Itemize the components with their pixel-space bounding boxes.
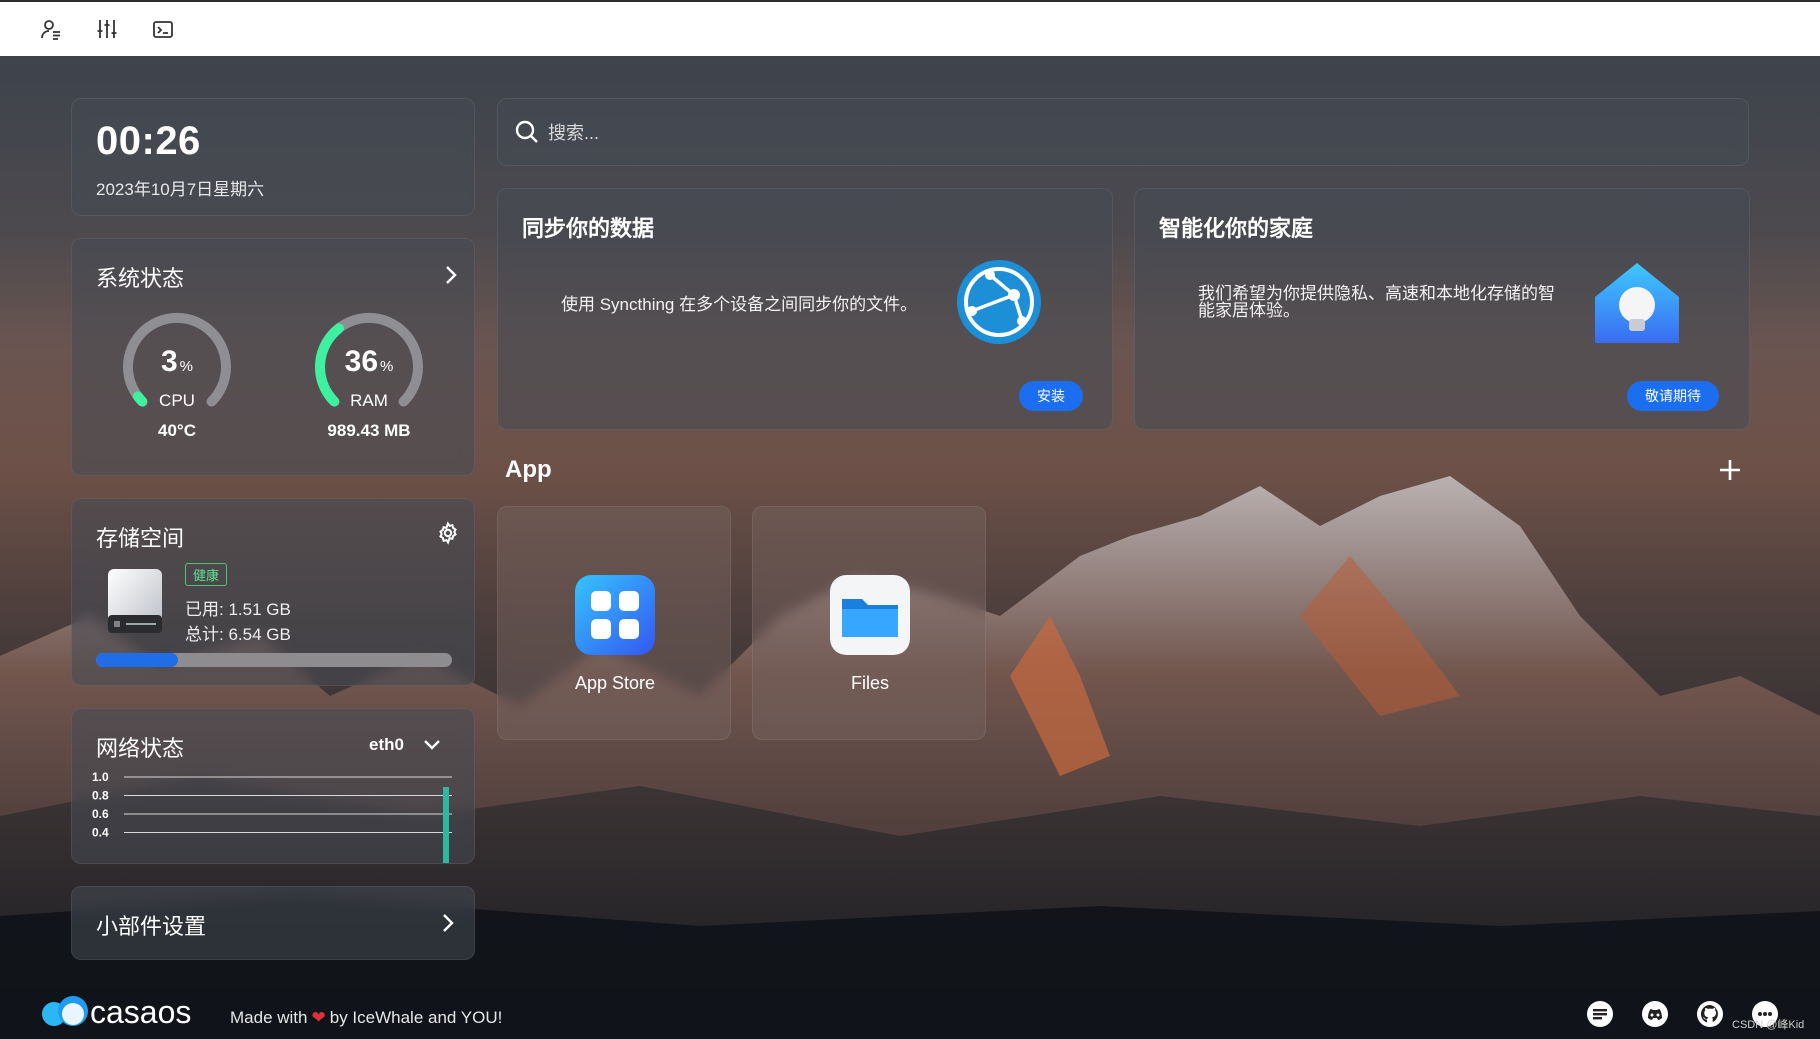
search-icon [515,120,538,143]
cpu-percent-unit: % [179,358,194,375]
gear-icon[interactable] [436,521,460,545]
cpu-temperature: 40°C [158,421,196,440]
cpu-label: CPU [159,391,195,410]
install-button[interactable]: 安装 [1019,381,1083,411]
widget-settings-title: 小部件设置 [96,914,207,939]
chart-tick-label: 0.8 [92,789,109,803]
smart-home-bulb-icon [1595,263,1679,343]
ram-gauge: 36% RAM 989.43 MB [309,307,429,457]
network-traffic-bar [443,787,449,863]
coming-soon-button[interactable]: 敬请期待 [1627,381,1719,411]
files-icon [830,575,910,655]
network-widget: 网络状态 eth0 1.0 0.8 0.6 0.4 [71,708,475,864]
sync-feature-card: 同步你的数据 使用 Syncthing 在多个设备之间同步你的文件。 安装 [497,188,1113,430]
storage-usage-bar [96,653,452,667]
app-name: App Store [574,673,656,693]
storage-title: 存储空间 [96,526,185,551]
casaos-logo-text: casaos [90,994,191,1030]
user-settings-icon[interactable] [34,12,68,46]
heart-icon: ❤ [311,1008,326,1027]
apps-section-title: App [505,456,552,483]
network-chart: 1.0 0.8 0.6 0.4 [92,770,452,863]
made-with-credit: Made with ❤ by IceWhale and YOU! [230,1008,502,1028]
clock-widget: 00:26 2023年10月7日星期六 [71,98,475,216]
cpu-percent: 3% [117,345,237,379]
sliders-icon[interactable] [90,12,124,46]
add-app-icon[interactable] [1716,456,1744,484]
chart-tick-label: 1.0 [92,770,109,784]
syncthing-icon [957,260,1041,344]
clock-date: 2023年10月7日星期六 [96,180,265,199]
terminal-icon[interactable] [146,12,180,46]
discord-icon[interactable] [1641,1000,1669,1028]
storage-widget: 存储空间 健康 已用: 1.51 GB 总计: 6.54 GB [71,498,475,686]
chevron-right-icon[interactable] [436,911,460,935]
disk-icon [104,567,166,635]
ram-used: 989.43 MB [327,421,411,440]
casaos-logo[interactable]: casaos [40,992,210,1032]
widget-settings-button[interactable]: 小部件设置 [71,886,475,960]
smart-home-feature-card: 智能化你的家庭 我们希望为你提供隐私、高速和本地化存储的智 能家居体验。 敬请期… [1134,188,1750,430]
ram-percent-value: 36 [344,345,379,378]
app-store-icon [575,575,655,655]
app-name: Files [850,673,889,693]
health-badge: 健康 [185,563,228,586]
sync-title: 同步你的数据 [522,216,655,241]
search-bar [497,98,1749,166]
github-icon[interactable] [1696,1000,1724,1028]
feedback-icon[interactable] [1586,1000,1614,1028]
chevron-right-icon[interactable] [439,263,463,287]
storage-total: 总计: 6.54 GB [185,625,291,644]
storage-usage-fill [96,653,179,667]
storage-used: 已用: 1.51 GB [185,600,291,619]
chart-tick-label: 0.4 [92,826,109,840]
smart-home-description-line2: 能家居体验。 [1198,301,1300,320]
cpu-gauge: 3% CPU 40°C [117,307,237,457]
app-tile-files[interactable]: Files [752,506,986,740]
made-with-prefix: Made with [230,1008,308,1027]
sync-description: 使用 Syncthing 在多个设备之间同步你的文件。 [561,295,918,314]
app-tile-app-store[interactable]: App Store [497,506,731,740]
chart-tick-label: 0.6 [92,807,109,821]
cpu-percent-value: 3 [160,345,178,378]
smart-home-title: 智能化你的家庭 [1159,216,1314,241]
ram-percent: 36% [309,345,429,379]
top-bar [0,0,1820,56]
made-with-suffix: by IceWhale and YOU! [329,1008,503,1027]
ram-label: RAM [350,391,388,410]
ram-percent-unit: % [380,358,394,375]
system-status-widget: 系统状态 3% CPU 40°C 36% RAM 989.43 MB [71,238,475,476]
watermark-text: CSDN @峰Kid [1732,1019,1805,1031]
smart-home-description-line1: 我们希望为你提供隐私、高速和本地化存储的智 [1198,284,1555,303]
search-input[interactable] [548,119,1728,147]
clock-time: 00:26 [96,119,201,163]
system-status-title: 系统状态 [96,266,185,291]
